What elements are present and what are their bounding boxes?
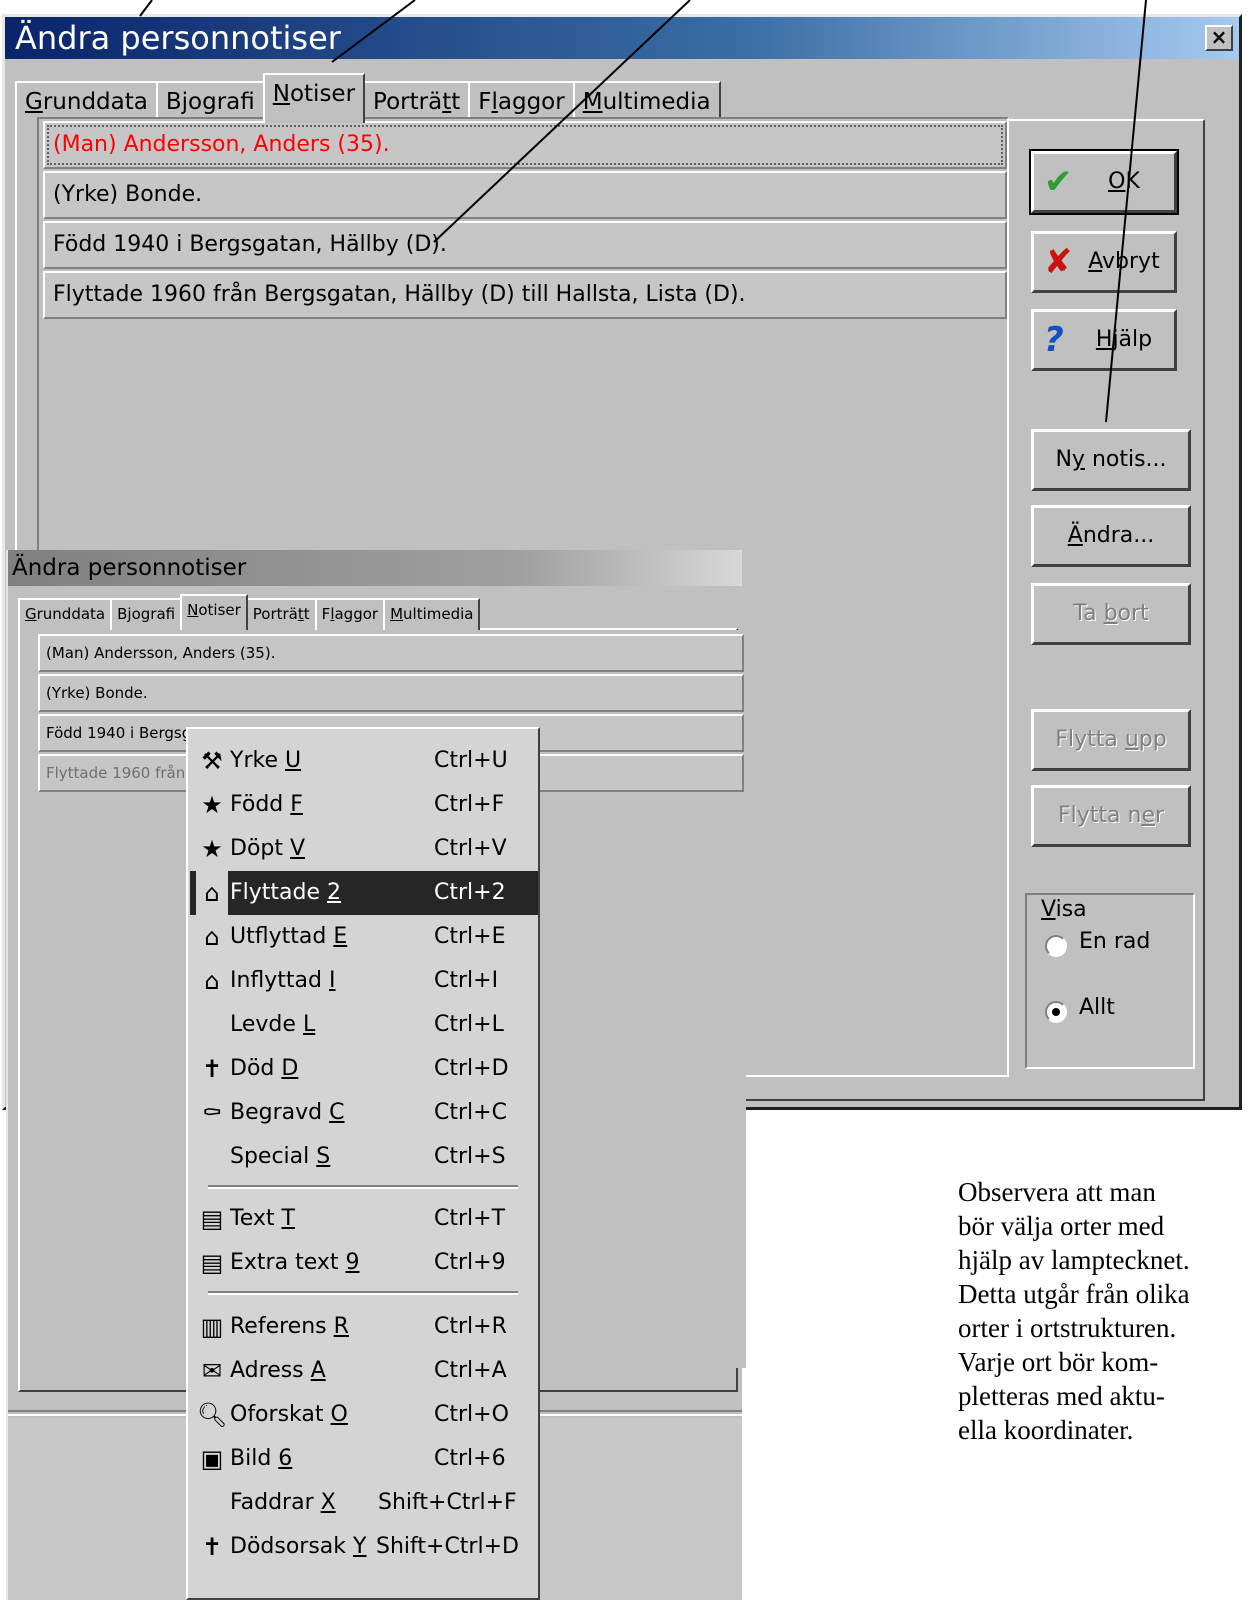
main-dialog-title: Ändra personnotiser bbox=[5, 17, 1239, 59]
picture-icon: ▣ bbox=[200, 1445, 224, 1473]
house-out-icon: ⌂ bbox=[204, 923, 220, 951]
menu-item-adress[interactable]: ✉ Adress A Ctrl+A bbox=[190, 1349, 538, 1393]
menu-item-begravd[interactable]: ⚰ Begravd C Ctrl+C bbox=[190, 1091, 538, 1135]
envelope-icon: ✉ bbox=[201, 1357, 223, 1385]
radio-label-allt: Allt bbox=[1079, 995, 1115, 1020]
note-row[interactable]: (Man) Andersson, Anders (35). bbox=[43, 121, 1007, 169]
tab-portratt[interactable]: Porträtt bbox=[245, 598, 317, 630]
text-icon: ▤ bbox=[200, 1249, 224, 1277]
reference-icon: ▥ bbox=[200, 1313, 224, 1341]
menu-item-referens[interactable]: ▥ Referens R Ctrl+R bbox=[190, 1305, 538, 1349]
note-row[interactable]: Flyttade 1960 från Bergsgatan, Hällby (D… bbox=[43, 271, 1007, 319]
new-note-button[interactable]: Ny notis... bbox=[1031, 429, 1191, 491]
tab-notiser[interactable]: Notiser bbox=[262, 73, 366, 123]
menu-item-flyttade[interactable]: ⌂ Flyttade 2 Ctrl+2 bbox=[190, 871, 538, 915]
inset-tab-strip: Grunddata Bjografi Notiser Porträtt Flaggor M… bbox=[18, 594, 481, 630]
radio-label-en-rad: En rad bbox=[1079, 929, 1151, 954]
menu-item-levde[interactable]: Levde L Ctrl+L bbox=[190, 1003, 538, 1047]
cancel-button[interactable]: ✘ Avbryt bbox=[1031, 231, 1177, 293]
main-tab-strip: Grunddata Bjografi Notiser Porträtt Flaggor M… bbox=[15, 73, 721, 123]
edit-button[interactable]: Ändra... bbox=[1031, 505, 1191, 567]
tab-multimedia[interactable]: Multimedia bbox=[383, 598, 481, 630]
menu-item-special[interactable]: Special S Ctrl+S bbox=[190, 1135, 538, 1179]
menu-item-fodd[interactable]: ★ Född F Ctrl+F bbox=[190, 783, 538, 827]
cross-icon: ✝ bbox=[201, 1055, 223, 1083]
note-row[interactable]: (Yrke) Bonde. bbox=[38, 674, 744, 712]
new-note-context-menu: ⚒ Yrke U Ctrl+U ★ Född F Ctrl+F ★ Döpt V Ctrl+… bbox=[186, 727, 540, 1600]
close-icon[interactable]: × bbox=[1205, 25, 1233, 51]
radio-en-rad[interactable] bbox=[1045, 935, 1067, 957]
check-icon: ✔ bbox=[1044, 162, 1073, 202]
menu-separator bbox=[208, 1185, 518, 1189]
x-icon: ✘ bbox=[1044, 242, 1073, 282]
house-icon: ⌂ bbox=[196, 871, 228, 915]
menu-separator bbox=[208, 1291, 518, 1295]
tab-grunddata[interactable]: Grunddata bbox=[18, 598, 113, 630]
menu-item-extra-text[interactable]: ▤ Extra text 9 Ctrl+9 bbox=[190, 1241, 538, 1285]
note-row[interactable]: Född 1940 i Bergsgatan, Hällby (D). bbox=[43, 221, 1007, 269]
shovel-icon: ⚰ bbox=[201, 1099, 223, 1127]
menu-item-inflyttad[interactable]: ⌂ Inflyttad I Ctrl+I bbox=[190, 959, 538, 1003]
move-up-button[interactable]: Flytta upp bbox=[1031, 709, 1191, 771]
menu-item-oforskat[interactable]: 🔍︎ Oforskat O Ctrl+O bbox=[190, 1393, 538, 1437]
menu-item-utflyttad[interactable]: ⌂ Utflyttad E Ctrl+E bbox=[190, 915, 538, 959]
move-down-button[interactable]: Flytta ner bbox=[1031, 785, 1191, 847]
menu-item-dopt[interactable]: ★ Döpt V Ctrl+V bbox=[190, 827, 538, 871]
ok-button[interactable]: ✔ OK bbox=[1029, 149, 1179, 215]
question-icon: ? bbox=[1044, 320, 1064, 360]
star-icon: ★ bbox=[201, 791, 223, 819]
help-button[interactable]: ? Hjälp bbox=[1031, 309, 1177, 371]
menu-item-bild[interactable]: ▣ Bild 6 Ctrl+6 bbox=[190, 1437, 538, 1481]
hammer-icon: ⚒ bbox=[201, 747, 223, 775]
note-row[interactable]: (Yrke) Bonde. bbox=[43, 171, 1007, 219]
star-icon: ★ bbox=[201, 835, 223, 863]
note-row[interactable]: (Man) Andersson, Anders (35). bbox=[38, 634, 744, 672]
tab-biografi[interactable]: Bjografi bbox=[110, 598, 183, 630]
radio-allt[interactable] bbox=[1045, 1001, 1067, 1023]
cross-question-icon: ✝ bbox=[201, 1533, 223, 1561]
menu-item-dod[interactable]: ✝ Död D Ctrl+D bbox=[190, 1047, 538, 1091]
tab-flaggor[interactable]: Flaggor bbox=[314, 598, 386, 630]
house-in-icon: ⌂ bbox=[204, 967, 220, 995]
inset-dialog-title: Ändra personnotiser bbox=[8, 550, 742, 586]
magnifier-icon: 🔍︎ bbox=[196, 1401, 228, 1429]
text-icon: ▤ bbox=[200, 1205, 224, 1233]
delete-button[interactable]: Ta bort bbox=[1031, 583, 1191, 645]
menu-item-dodsorsak[interactable]: ✝ Dödsorsak Y Shift+Ctrl+D bbox=[190, 1525, 538, 1569]
menu-item-faddrar[interactable]: Faddrar X Shift+Ctrl+F bbox=[190, 1481, 538, 1525]
tab-notiser[interactable]: Notiser bbox=[180, 594, 248, 630]
menu-item-text[interactable]: ▤ Text T Ctrl+T bbox=[190, 1197, 538, 1241]
menu-item-yrke[interactable]: ⚒ Yrke U Ctrl+U bbox=[190, 739, 538, 783]
visa-group-label: Visa bbox=[1039, 897, 1089, 922]
radio-selected-dot bbox=[1052, 1008, 1060, 1016]
explanatory-note: Observera att man bör välja orter med hj… bbox=[958, 1177, 1190, 1445]
